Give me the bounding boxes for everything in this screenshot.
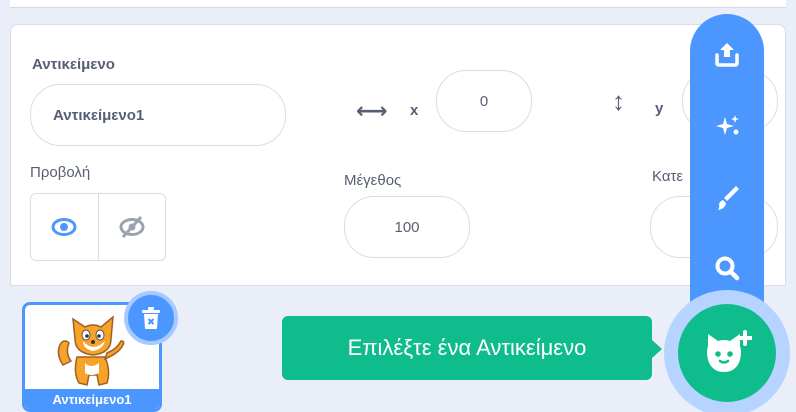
top-strip [0, 0, 796, 22]
upload-icon [715, 43, 739, 67]
paintbrush-icon [718, 186, 739, 210]
show-label: Προβολή [30, 164, 91, 181]
show-toggle-group [30, 193, 166, 261]
cat-add-icon [707, 330, 752, 372]
sprite-name-input[interactable]: Αντικείμενο1 [30, 84, 286, 146]
show-visible-button[interactable] [31, 194, 98, 260]
size-label: Μέγεθος [344, 172, 402, 189]
upload-sprite-button[interactable] [693, 26, 761, 82]
size-input[interactable]: 100 [344, 196, 470, 258]
sprite-tile-name: Αντικείμενο1 [25, 389, 159, 409]
surprise-sprite-button[interactable] [693, 98, 761, 154]
delete-sprite-button[interactable] [124, 291, 178, 345]
y-arrows-icon: ↕ [612, 86, 625, 116]
direction-label: Κατε [652, 168, 684, 185]
surprise-icon [716, 115, 739, 135]
cat-sprite-thumbnail [57, 315, 125, 386]
trash-icon [142, 307, 160, 329]
y-label: y [655, 100, 664, 117]
eye-icon [51, 218, 77, 236]
stage-bottom-edge [10, 0, 786, 8]
x-arrows-icon: ⟷ [356, 98, 388, 123]
x-input[interactable]: 0 [436, 70, 532, 132]
paint-sprite-button[interactable] [693, 170, 761, 226]
search-icon [715, 256, 740, 281]
choose-sprite-button[interactable] [678, 304, 776, 402]
show-hidden-button[interactable] [97, 194, 166, 260]
choose-sprite-tooltip: Επιλέξτε ένα Αντικείμενο [282, 316, 662, 380]
sprite-label: Αντικείμενο [32, 56, 115, 73]
search-sprite-button[interactable] [693, 240, 761, 296]
x-label: x [410, 102, 419, 119]
eye-hidden-icon [119, 215, 145, 239]
